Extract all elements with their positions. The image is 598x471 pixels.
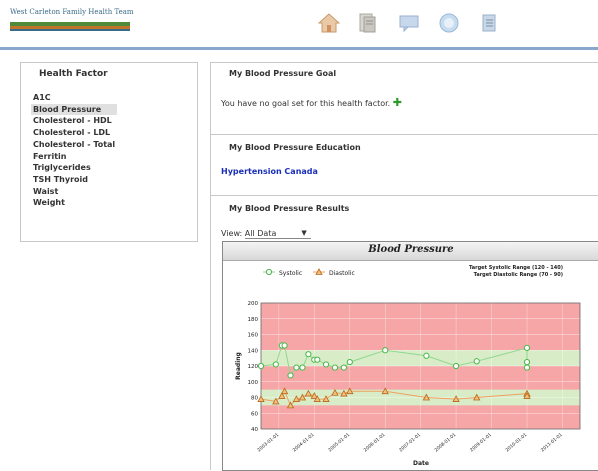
x-tick-label: 2003-01-01: [256, 432, 280, 453]
chart-canvas: Systolic Diastolic Target Systolic Range (…: [235, 265, 581, 467]
systolic-point: [287, 372, 294, 379]
chart-title: Blood Pressure: [368, 244, 454, 255]
home-icon[interactable]: [317, 12, 341, 34]
chart-title-bar: Blood Pressure: [223, 242, 598, 261]
goal-text: You have no goal set for this health fac…: [221, 96, 402, 109]
systolic-point: [423, 352, 430, 359]
systolic-point: [331, 364, 339, 371]
health-factor-panel: Health Factor A1C Blood Pressure Cholester…: [20, 62, 198, 242]
view-select[interactable]: All Data ▼: [244, 229, 311, 239]
systolic-point: [452, 362, 460, 370]
y-tick-label: 140: [248, 348, 259, 354]
health-factor-item[interactable]: Ferritin: [31, 151, 117, 163]
y-tick-label: 80: [251, 396, 258, 402]
blood-pressure-chart: Blood Pressure Systolic Diastolic Target S…: [222, 241, 598, 471]
systolic-point: [272, 361, 279, 368]
health-factor-item[interactable]: Cholesterol - HDL: [31, 115, 117, 127]
systolic-point: [257, 362, 265, 370]
header: West Carleton Family Health Team: [0, 0, 598, 50]
health-factor-item[interactable]: Triglycerides: [31, 162, 117, 174]
systolic-point: [523, 344, 531, 351]
x-tick-label: 2007-01-01: [398, 432, 422, 453]
add-goal-icon[interactable]: ✚: [393, 96, 402, 109]
health-factor-title: Health Factor: [39, 69, 108, 79]
section-divider: [211, 195, 598, 196]
logo-stripe: [10, 29, 130, 31]
health-factor-item[interactable]: Cholesterol - LDL: [31, 127, 117, 139]
health-factor-list: A1C Blood Pressure Cholesterol - HDL Choles…: [31, 92, 118, 209]
x-tick-label: 2010-01-01: [504, 432, 528, 453]
y-tick-label: 180: [248, 317, 259, 323]
systolic-point: [523, 358, 531, 366]
y-tick-label: 120: [248, 364, 259, 370]
y-tick-label: 200: [248, 301, 259, 307]
view-select-value: All Data: [244, 229, 277, 238]
systolic-point: [314, 356, 321, 363]
y-axis-label: Reading: [235, 352, 242, 380]
x-tick-label: 2004-01-01: [292, 432, 316, 453]
systolic-point: [346, 358, 353, 366]
y-tick-label: 40: [251, 427, 258, 433]
logo-text: West Carleton Family Health Team: [10, 8, 134, 16]
health-factor-item[interactable]: Blood Pressure: [31, 103, 118, 116]
header-divider: [0, 47, 598, 50]
health-factor-item[interactable]: Cholesterol - Total: [31, 139, 117, 151]
help-icon[interactable]: [438, 12, 460, 34]
results-title: My Blood Pressure Results: [229, 204, 350, 213]
y-tick-label: 160: [248, 333, 259, 339]
goal-title: My Blood Pressure Goal: [229, 69, 337, 78]
document-icon[interactable]: [356, 12, 378, 34]
x-tick-label: 2008-01-01: [433, 432, 457, 453]
systolic-point: [473, 358, 480, 365]
systolic-point: [281, 342, 288, 349]
target-range-systolic: Target Systolic Range (120 - 140): [469, 265, 563, 271]
health-factor-item[interactable]: Waist: [31, 186, 117, 198]
target-range-diastolic: Target Diastolic Range (70 - 90): [474, 272, 563, 278]
y-tick-label: 100: [248, 380, 259, 386]
message-icon[interactable]: [398, 12, 420, 34]
view-row: View: All Data ▼: [221, 229, 311, 239]
systolic-point: [523, 364, 531, 371]
systolic-point: [299, 364, 306, 371]
logo[interactable]: West Carleton Family Health Team: [10, 8, 134, 34]
x-tick-label: 2011-01-01: [540, 432, 564, 453]
education-title: My Blood Pressure Education: [229, 143, 361, 152]
legend-label-systolic: Systolic: [279, 270, 302, 277]
systolic-point: [382, 347, 389, 354]
legend-label-diastolic: Diastolic: [329, 270, 355, 277]
health-factor-item[interactable]: A1C: [31, 92, 117, 104]
systolic-point: [293, 364, 300, 371]
x-tick-label: 2009-01-01: [469, 432, 493, 453]
legend-marker-systolic: [265, 268, 273, 276]
systolic-point: [322, 361, 330, 368]
section-divider: [211, 134, 598, 135]
systolic-point: [340, 364, 347, 371]
health-factor-item[interactable]: Weight: [31, 197, 117, 209]
goal-message: You have no goal set for this health fac…: [221, 99, 391, 108]
notes-icon[interactable]: [478, 12, 500, 34]
y-tick-label: 60: [251, 411, 258, 417]
health-factor-item[interactable]: TSH Thyroid: [31, 174, 117, 186]
chevron-down-icon: ▼: [301, 229, 307, 237]
hypertension-canada-link[interactable]: Hypertension Canada: [221, 167, 318, 176]
x-axis-label: Date: [413, 460, 429, 467]
systolic-point: [305, 351, 312, 358]
x-tick-label: 2006-01-01: [363, 432, 387, 453]
view-label: View:: [221, 229, 243, 238]
x-tick-label: 2005-01-01: [327, 432, 351, 453]
